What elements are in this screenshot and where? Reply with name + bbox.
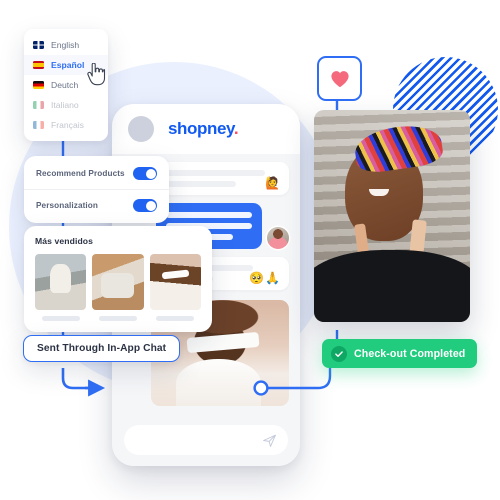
language-label: Italiano [51,100,79,110]
brand-dot: . [233,119,239,138]
toggle-recommend-products[interactable] [133,167,157,180]
setting-row-personalization: Personalization [24,189,169,221]
photo-smile [368,188,389,196]
flag-germany-icon [33,81,44,89]
send-paper-plane-icon[interactable] [262,433,277,448]
message-composer [112,414,300,466]
product-card[interactable] [149,254,201,321]
check-circle-icon [331,345,347,362]
page-title: shopney. [168,119,239,139]
illustration-canvas: shopney. 🙋 🥺🙏 English Español Deutch Ita… [0,0,500,500]
brand-name: shopney [168,119,234,138]
heart-node[interactable] [317,56,362,101]
flag-spain-icon [33,61,44,69]
language-option-italiano[interactable]: Italiano [24,95,108,115]
flag-italy-icon [33,101,44,109]
settings-toggles-card: Recommend Products Personalization [24,156,169,223]
phone-header: shopney. [112,104,300,154]
product-caption-placeholder [99,316,137,321]
avatar [128,116,154,142]
emoji: 🙋 [265,176,281,190]
customer-avatar [267,227,289,249]
product-card[interactable] [35,254,87,321]
product-thumb-3 [149,254,201,310]
smiling-woman-photo [314,110,470,322]
best-sellers-title: Más vendidos [35,236,94,246]
toggle-personalization[interactable] [133,199,157,212]
status-badge: Check-out Completed [322,339,478,368]
flag-uk-icon [33,41,44,49]
setting-label: Personalization [36,201,99,210]
setting-row-recommend-products: Recommend Products [24,158,169,189]
heart-icon [330,70,349,87]
language-option-francais[interactable]: Français [24,115,108,135]
product-thumb-1 [35,254,87,310]
emoji: 🥺🙏 [249,271,281,285]
product-thumb-2 [92,254,144,310]
language-label: Español [51,60,85,70]
product-caption-placeholder [156,316,195,321]
status-badge-label: Check-out Completed [354,347,466,360]
language-label: Deutch [51,80,79,90]
setting-label: Recommend Products [36,169,125,178]
language-label: English [51,40,80,50]
photo-torso [314,249,470,322]
best-sellers-grid [35,254,201,321]
language-option-english[interactable]: English [24,35,108,55]
best-sellers-card: Más vendidos [24,226,212,332]
message-input[interactable] [124,425,288,455]
flag-france-icon [33,121,44,129]
product-card[interactable] [92,254,144,321]
in-app-chat-label: Sent Through In-App Chat [23,335,181,362]
pointer-hand-cursor-icon [87,63,106,86]
text-placeholder-line [166,212,252,218]
language-label: Français [51,120,84,130]
product-caption-placeholder [41,316,80,321]
